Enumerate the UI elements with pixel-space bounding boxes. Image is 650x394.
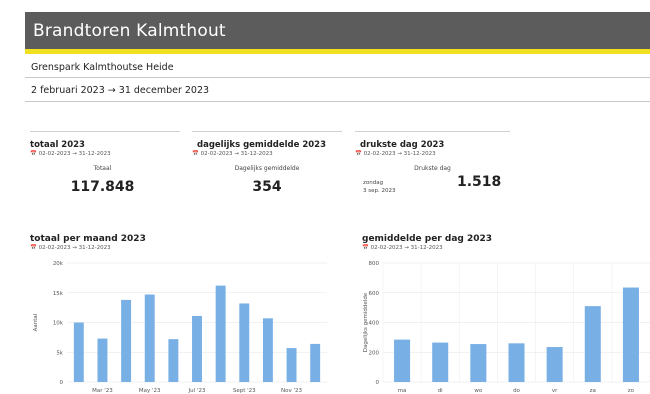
y-tick-label: 0 [60, 380, 64, 386]
bar [622, 287, 639, 382]
date-range-filter[interactable]: 2 februari 2023 → 31 december 2023 [25, 78, 650, 102]
y-tick-label: 200 [369, 350, 380, 356]
y-tick-label: 0 [376, 380, 380, 386]
location-label: Grenspark Kalmthoutse Heide [31, 62, 174, 73]
card-value: 354 [252, 179, 282, 195]
x-tick-label: do [513, 388, 520, 394]
bar [470, 344, 487, 382]
weekday-chart-title: gemiddelde per dag 2023 [362, 234, 493, 244]
bar [97, 338, 108, 382]
x-tick-label: wo [474, 388, 482, 394]
bar [215, 285, 226, 382]
bar [121, 299, 132, 382]
card-daily-average: dagelijks gemiddelde 2023 📅 02-02-2023 →… [192, 131, 342, 211]
x-tick-label: Mar '23 [92, 388, 113, 394]
page-title: Brandtoren Kalmthout [33, 21, 226, 41]
y-tick-label: 400 [369, 321, 380, 327]
x-tick-label: zo [628, 388, 635, 394]
card-value: 1.518 [457, 174, 502, 190]
y-tick-label: 600 [369, 291, 380, 297]
monthly-chart-title: totaal per maand 2023 [30, 234, 146, 244]
bar [584, 306, 601, 382]
busiest-date: 3 sep. 2023 [363, 188, 396, 194]
bar [73, 322, 84, 382]
bar [546, 347, 563, 382]
x-tick-label: vr [552, 388, 558, 394]
bar [286, 348, 297, 382]
y-tick-label: 20k [53, 261, 64, 267]
monthly-bar-chart: 0 5k 10k 15k 20k Aantal Mar '23 May '23 Jul '23 S… [33, 261, 327, 394]
card-date-range: 📅 02-02-2023 → 31-12-2023 [30, 151, 111, 157]
card-date-range: 📅 02-02-2023 → 31-12-2023 [355, 151, 436, 157]
x-tick-label: May '23 [139, 388, 161, 394]
y-tick-label: 10k [53, 321, 64, 327]
x-tick-label: Nov '23 [281, 388, 302, 394]
card-total: totaal 2023 📅 02-02-2023 → 31-12-2023 To… [30, 131, 180, 211]
y-axis-label: Aantal [33, 313, 39, 331]
x-tick-label: za [590, 388, 596, 394]
x-tick-label: ma [398, 388, 407, 394]
y-tick-label: 15k [53, 291, 64, 297]
busiest-weekday: zondag [363, 180, 384, 186]
bar [168, 339, 179, 382]
card-title: drukste dag 2023 [360, 140, 445, 150]
bar [508, 343, 525, 382]
busiest-day-note: zondag 3 sep. 2023 [363, 179, 395, 195]
card-label: Drukste dag [414, 165, 451, 172]
card-busiest-day: drukste dag 2023 📅 02-02-2023 → 31-12-20… [355, 131, 510, 211]
card-title: totaal 2023 [30, 140, 85, 150]
card-label: Totaal [93, 165, 112, 172]
weekday-bar-chart: 0 200 400 600 800 Dagelijks gemiddelde ma di wo d… [363, 261, 650, 394]
location-row: Grenspark Kalmthoutse Heide [25, 56, 650, 78]
monthly-chart-date-range: 📅 02-02-2023 → 31-12-2023 [30, 245, 111, 251]
bar [192, 315, 202, 382]
card-date-range: 📅 02-02-2023 → 31-12-2023 [192, 151, 273, 157]
y-axis-label: Dagelijks gemiddelde [363, 292, 369, 352]
card-label: Dagelijks gemiddelde [234, 165, 300, 172]
bar [144, 294, 155, 382]
x-tick-label: di [438, 388, 443, 394]
bar [262, 318, 273, 382]
card-value: 117.848 [70, 179, 135, 195]
y-tick-label: 800 [369, 261, 380, 267]
app-header: Brandtoren Kalmthout [25, 12, 650, 54]
bar [432, 342, 449, 382]
y-tick-label: 5k [56, 350, 63, 356]
x-tick-label: Sept '23 [233, 388, 256, 394]
date-range-label: 2 februari 2023 → 31 december 2023 [31, 85, 210, 96]
bar [394, 339, 411, 382]
card-title: dagelijks gemiddelde 2023 [197, 140, 327, 150]
weekday-chart-date-range: 📅 02-02-2023 → 31-12-2023 [362, 245, 443, 251]
bar [310, 343, 321, 382]
bar [239, 303, 250, 382]
x-tick-label: Jul '23 [188, 388, 206, 394]
